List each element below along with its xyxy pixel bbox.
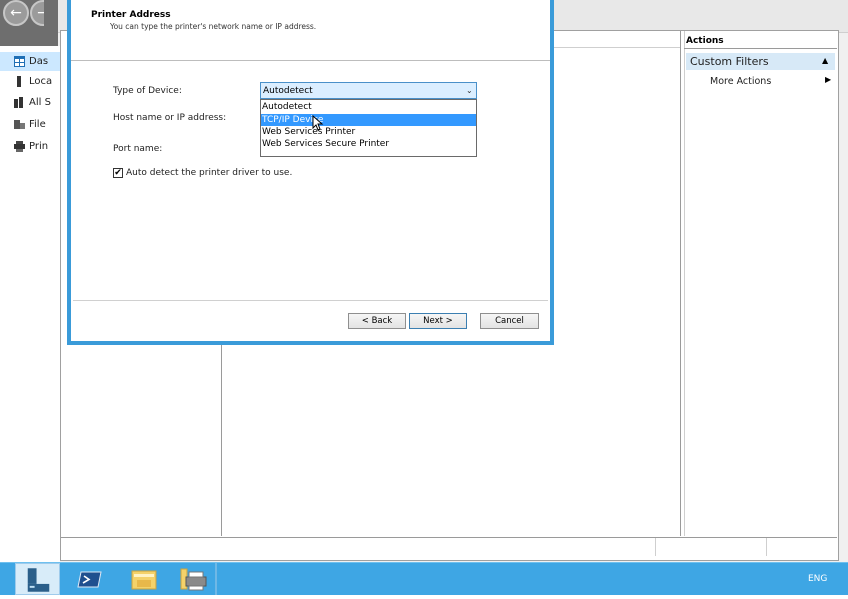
dropdown-option-web-services[interactable]: Web Services Printer: [261, 126, 476, 138]
collapse-up-icon[interactable]: ▲: [822, 56, 828, 65]
actions-pane: [684, 31, 838, 536]
more-actions-item[interactable]: More Actions: [710, 76, 771, 87]
page-subtitle: You can type the printer's network name …: [110, 22, 317, 31]
status-bar: [61, 537, 837, 558]
nav-item-local-server[interactable]: Loca: [0, 72, 60, 91]
chevron-down-icon[interactable]: ⌄: [466, 86, 473, 95]
actions-divider: [684, 48, 837, 49]
nav-item-label: Prin: [29, 141, 49, 152]
taskbar-print-management-button[interactable]: [172, 563, 218, 595]
status-divider: [655, 538, 656, 556]
dashboard-icon: [14, 56, 25, 67]
device-type-label: Type of Device:: [113, 86, 182, 96]
taskbar-powershell-button[interactable]: [68, 563, 114, 595]
actions-title: Actions: [686, 36, 724, 46]
nav-item-label: File: [29, 119, 46, 130]
page-title: Printer Address: [91, 10, 171, 20]
dropdown-option-autodetect[interactable]: Autodetect: [261, 101, 476, 113]
taskbar-file-explorer-button[interactable]: [122, 563, 168, 595]
mouse-cursor-icon: [312, 115, 324, 131]
submenu-arrow-icon: ▶: [825, 75, 832, 84]
dropdown-option-web-services-secure[interactable]: Web Services Secure Printer: [261, 138, 476, 150]
print-services-icon: [14, 141, 25, 152]
nav-item-label: Das: [29, 56, 49, 67]
auto-detect-checkbox[interactable]: ✔: [113, 168, 123, 178]
footer-divider: [73, 300, 548, 301]
taskbar-divider: [215, 563, 217, 595]
nav-item-label: Loca: [29, 76, 53, 87]
back-arrow-icon[interactable]: ←: [3, 0, 29, 26]
nav-item-print-services[interactable]: Prin: [0, 137, 60, 156]
file-services-icon: [14, 120, 25, 129]
nav-item-dashboard[interactable]: Das: [0, 52, 60, 71]
powershell-icon: [77, 571, 102, 588]
auto-detect-label[interactable]: Auto detect the printer driver to use.: [126, 168, 292, 178]
host-label: Host name or IP address:: [113, 113, 227, 123]
print-management-icon: [180, 568, 207, 591]
back-button[interactable]: < Back: [348, 313, 406, 329]
server-manager-icon: [27, 568, 50, 592]
actions-group-custom-filters[interactable]: Custom Filters: [686, 53, 835, 70]
language-indicator[interactable]: ENG: [808, 574, 827, 584]
status-divider: [766, 538, 767, 556]
nav-item-all-servers[interactable]: All S: [0, 93, 60, 112]
nav-item-file-services[interactable]: File: [0, 115, 60, 134]
taskbar-server-manager-button[interactable]: [15, 563, 60, 595]
port-label: Port name:: [113, 144, 163, 154]
dropdown-option-tcpip[interactable]: TCP/IP Device: [261, 114, 476, 126]
all-servers-icon: [14, 97, 23, 108]
device-type-select[interactable]: Autodetect: [260, 82, 477, 99]
file-explorer-icon: [131, 570, 157, 590]
next-button[interactable]: Next >: [409, 313, 467, 329]
nav-item-label: All S: [29, 97, 51, 108]
device-type-select-value: Autodetect: [263, 85, 313, 96]
local-server-icon: [17, 76, 21, 87]
cancel-button[interactable]: Cancel: [480, 313, 539, 329]
